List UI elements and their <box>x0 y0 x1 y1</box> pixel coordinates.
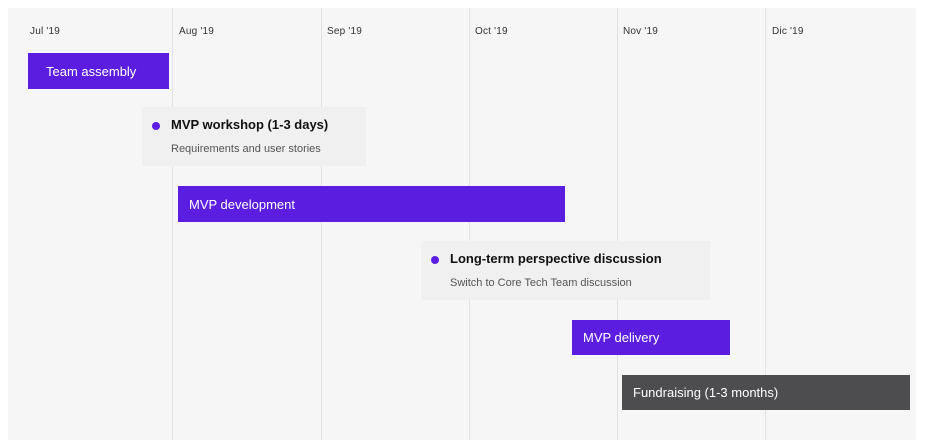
month-gridline-oct <box>469 8 470 440</box>
month-gridline-aug <box>172 8 173 440</box>
month-gridline-sep <box>321 8 322 440</box>
long-term-discussion-title: Long-term perspective discussion <box>450 251 662 266</box>
mvp-workshop-subtitle: Requirements and user stories <box>171 143 321 155</box>
team-assembly-bar: Team assembly <box>28 53 169 89</box>
mvp-workshop-milestone: MVP workshop (1-3 days) Requirements and… <box>142 107 366 166</box>
team-assembly-label: Team assembly <box>46 63 137 79</box>
mvp-workshop-title: MVP workshop (1-3 days) <box>171 117 329 132</box>
mvp-delivery-bar: MVP delivery <box>572 320 730 355</box>
month-label-jul: Jul '19 <box>30 26 60 37</box>
mvp-development-bar: MVP development <box>178 186 565 222</box>
long-term-discussion-subtitle: Switch to Core Tech Team discussion <box>450 277 632 289</box>
long-term-discussion-milestone: Long-term perspective discussion Switch … <box>421 241 710 300</box>
fundraising-bar: Fundraising (1-3 months) <box>622 375 910 410</box>
month-label-dic: Dic '19 <box>772 26 804 37</box>
mvp-development-label: MVP development <box>189 196 295 212</box>
month-label-sep: Sep '19 <box>327 26 363 37</box>
month-label-oct: Oct '19 <box>475 26 508 37</box>
month-gridline-nov <box>617 8 618 440</box>
fundraising-label: Fundraising (1-3 months) <box>633 385 779 400</box>
month-label-nov: Nov '19 <box>623 26 658 37</box>
roadmap-timeline: Jul '19 Aug '19 Sep '19 Oct '19 Nov '19 … <box>8 8 916 440</box>
milestone-dot-icon <box>152 122 160 130</box>
month-label-aug: Aug '19 <box>179 26 215 37</box>
mvp-delivery-label: MVP delivery <box>583 330 660 345</box>
milestone-dot-icon <box>431 256 439 264</box>
